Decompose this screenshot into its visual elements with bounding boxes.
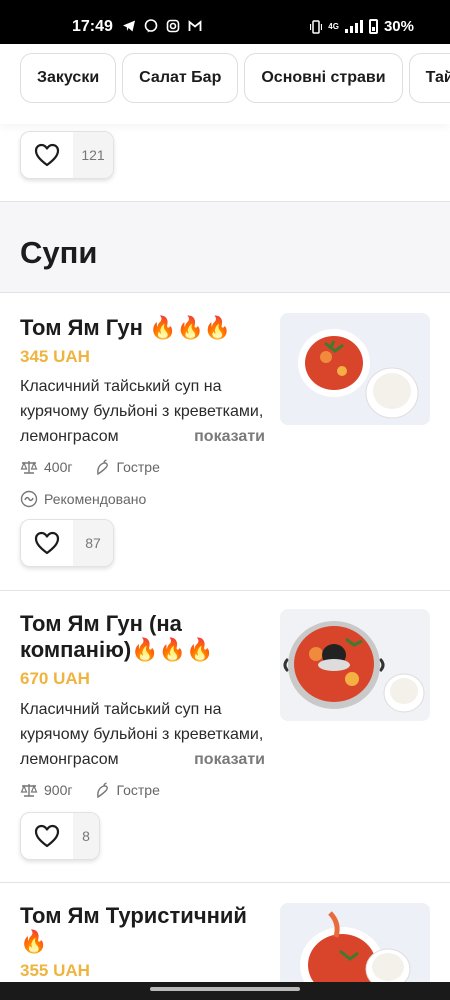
recommended-badge: Рекомендовано	[20, 490, 146, 508]
category-tabs: Закуски Салат Бар Основні страви Тайсь	[20, 53, 450, 103]
recommended-icon	[20, 490, 38, 508]
viber-icon	[144, 19, 158, 33]
item-meta: 400г Гостре	[20, 459, 160, 475]
like-count: 121	[73, 132, 113, 178]
notification-icons	[122, 19, 202, 33]
signal-icon	[344, 20, 363, 33]
status-right: 4G 30%	[310, 18, 414, 35]
item-meta: 900г Гостре	[20, 782, 160, 798]
like-count: 8	[73, 813, 99, 859]
item-description: Класичний тайський суп на курячому бульй…	[20, 374, 265, 449]
like-button[interactable]: 121	[20, 131, 114, 179]
item-tag-spicy: Гостре	[116, 782, 160, 798]
chili-icon	[97, 782, 109, 798]
heart-icon	[21, 132, 73, 178]
show-more-link[interactable]: показати	[179, 747, 265, 772]
item-price: 345 UAH	[20, 347, 90, 366]
navigation-bar	[0, 982, 450, 1000]
category-tabs-bar: Закуски Салат Бар Основні страви Тайсь	[0, 44, 450, 124]
item-price: 670 UAH	[20, 669, 90, 688]
menu-item-card[interactable]: Том Ям Гун 🔥🔥🔥 345 UAH Класичний тайськи…	[0, 293, 450, 591]
item-weight: 900г	[44, 782, 73, 798]
status-time: 17:49	[72, 18, 113, 35]
telegram-icon	[123, 20, 135, 32]
menu-item-card[interactable]: Том Ям Гун (на компанію)🔥🔥🔥 670 UAH Клас…	[0, 591, 450, 883]
heart-icon	[21, 520, 73, 566]
heart-icon	[21, 813, 73, 859]
recommended-label: Рекомендовано	[44, 491, 147, 507]
category-tab-thai[interactable]: Тайсь	[408, 53, 450, 103]
show-more-link[interactable]: показати	[179, 424, 265, 449]
battery-icon	[368, 19, 378, 34]
item-name: Том Ям Гун (на компанію)🔥🔥🔥	[20, 611, 214, 662]
home-indicator[interactable]	[150, 987, 300, 991]
item-name: Том Ям Туристичний 🔥	[20, 903, 247, 954]
gmail-icon	[188, 20, 202, 31]
item-name: Том Ям Гун 🔥🔥🔥	[20, 315, 232, 340]
item-price: 355 UAH	[20, 961, 90, 980]
section-header: Супи	[0, 201, 450, 293]
scales-icon	[20, 461, 38, 474]
scales-icon	[20, 784, 38, 797]
item-photo[interactable]	[280, 609, 430, 721]
item-tag-spicy: Гостре	[116, 459, 160, 475]
like-button[interactable]: 87	[20, 519, 114, 567]
item-weight: 400г	[44, 459, 73, 475]
category-tab-zakusky[interactable]: Закуски	[20, 53, 117, 103]
like-count: 87	[73, 520, 113, 566]
category-tab-main-dishes[interactable]: Основні страви	[244, 53, 403, 103]
section-title: Супи	[20, 235, 98, 270]
category-tab-salad-bar[interactable]: Салат Бар	[122, 53, 239, 103]
item-description: Класичний тайський суп на курячому бульй…	[20, 697, 265, 772]
chili-icon	[97, 459, 109, 475]
like-button[interactable]: 8	[20, 812, 100, 860]
instagram-icon	[166, 19, 180, 33]
vibrate-icon	[310, 19, 323, 34]
status-bar: 17:49 4G 30%	[0, 0, 450, 44]
network-type: 4G	[328, 21, 339, 31]
battery-level: 30%	[383, 18, 414, 35]
item-photo[interactable]	[280, 313, 430, 425]
